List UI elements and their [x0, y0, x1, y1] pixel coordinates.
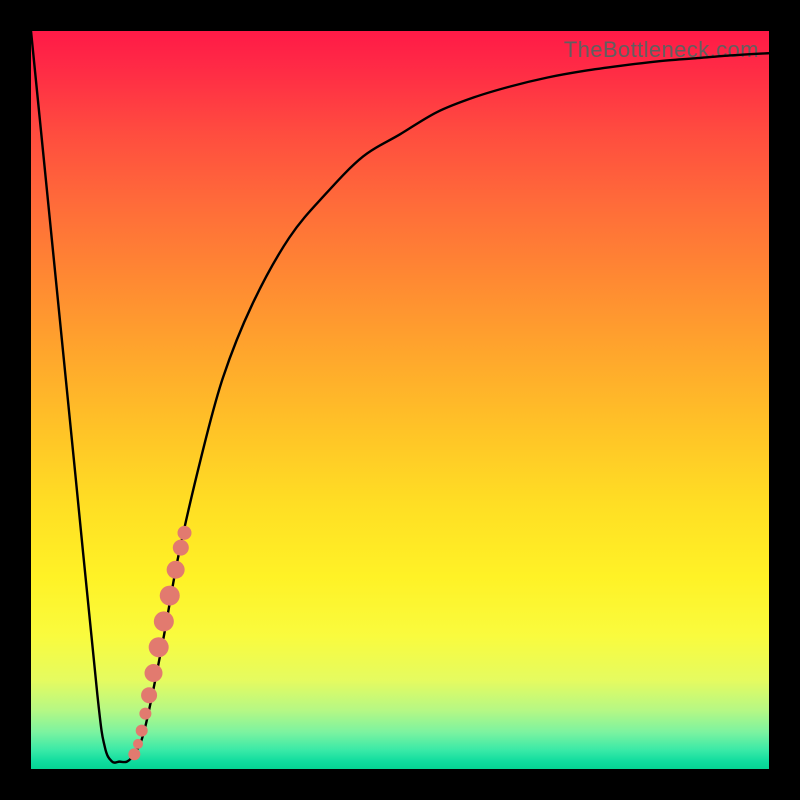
highlight-dot	[145, 664, 163, 682]
highlight-dot	[154, 611, 174, 631]
highlight-dots-group	[128, 526, 191, 760]
highlight-dot	[160, 586, 180, 606]
highlight-dot	[141, 687, 157, 703]
highlight-dot	[133, 739, 143, 749]
chart-svg	[31, 31, 769, 769]
chart-plot-area: TheBottleneck.com	[31, 31, 769, 769]
highlight-dot	[178, 526, 192, 540]
highlight-dot	[149, 637, 169, 657]
highlight-dot	[167, 561, 185, 579]
highlight-dot	[173, 540, 189, 556]
bottleneck-curve-path	[31, 31, 769, 763]
highlight-dot	[139, 708, 151, 720]
chart-frame: TheBottleneck.com	[0, 0, 800, 800]
highlight-dot	[136, 725, 148, 737]
highlight-dot	[128, 748, 140, 760]
